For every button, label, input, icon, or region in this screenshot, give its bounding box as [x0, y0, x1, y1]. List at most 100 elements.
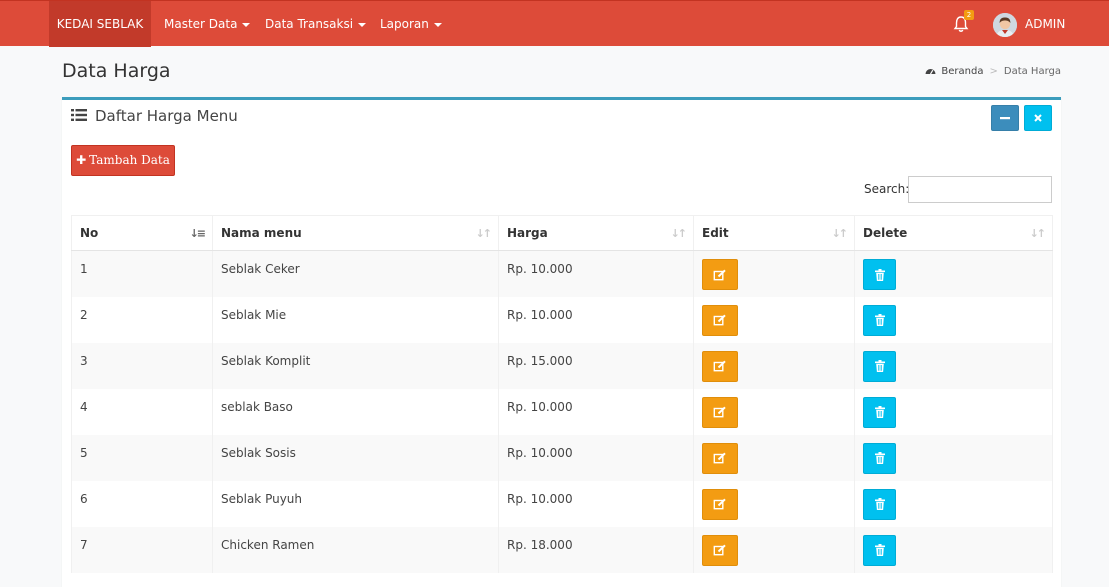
breadcrumb-home[interactable]: Beranda	[941, 66, 983, 77]
delete-button[interactable]	[863, 259, 896, 290]
breadcrumb-separator: >	[989, 66, 998, 77]
user-name[interactable]: ADMIN	[1025, 1, 1065, 47]
cell-nama-menu: seblak Baso	[212, 388, 499, 435]
column-header-delete-label: Delete	[863, 226, 908, 240]
page-title: Data Harga	[62, 60, 171, 82]
delete-button[interactable]	[863, 304, 896, 336]
delete-button[interactable]	[863, 534, 896, 566]
edit-icon	[713, 544, 726, 556]
edit-icon	[713, 360, 726, 372]
trash-icon	[874, 360, 885, 372]
edit-button[interactable]	[702, 534, 738, 566]
cell-delete	[854, 250, 1053, 297]
table-header-row: No ↓≡ Nama menu ↓↑ Harga ↓↑ Edit ↓↑ Delete ↓↑	[71, 215, 1053, 251]
edit-icon	[713, 314, 726, 326]
box-title: Daftar Harga Menu	[71, 107, 238, 125]
cell-no: 6	[71, 480, 213, 527]
sort-icon: ↓↑	[670, 227, 688, 240]
edit-icon	[713, 498, 726, 510]
price-list-box: Daftar Harga Menu ✚ Tambah Data Search: N…	[62, 97, 1061, 587]
table-body: 1 Seblak Ceker Rp. 10.000 2 Seblak Mie Rp. 10…	[71, 250, 1053, 573]
sort-icon: ↓↑	[1029, 227, 1047, 240]
cell-nama-menu: Seblak Komplit	[212, 342, 499, 389]
delete-button[interactable]	[863, 442, 896, 474]
cell-edit	[693, 296, 855, 343]
user-avatar[interactable]	[993, 13, 1017, 37]
dashboard-icon	[925, 69, 936, 75]
cell-no: 7	[71, 526, 213, 573]
table-row: 7 Chicken Ramen Rp. 18.000	[71, 526, 1053, 573]
menu-data-transaksi[interactable]: Data Transaksi	[265, 1, 367, 47]
edit-button[interactable]	[702, 259, 738, 290]
collapse-button[interactable]	[991, 105, 1019, 131]
cell-delete	[854, 526, 1053, 573]
menu-master-data[interactable]: Master Data	[164, 1, 251, 47]
cell-nama-menu: Seblak Puyuh	[212, 480, 499, 527]
cell-harga: Rp. 10.000	[498, 480, 694, 527]
cell-edit	[693, 480, 855, 527]
delete-button[interactable]	[863, 350, 896, 382]
trash-icon	[874, 268, 885, 281]
cell-delete	[854, 296, 1053, 343]
search-label: Search:	[864, 182, 910, 196]
cell-edit	[693, 250, 855, 297]
edit-icon	[713, 406, 726, 418]
column-header-edit-label: Edit	[702, 226, 729, 240]
column-header-no-label: No	[80, 226, 99, 240]
delete-button[interactable]	[863, 396, 896, 428]
remove-box-button[interactable]	[1024, 105, 1052, 131]
menu-data-transaksi-label: Data Transaksi	[265, 17, 354, 31]
column-header-no[interactable]: No ↓≡	[71, 215, 213, 251]
column-header-nama[interactable]: Nama menu ↓↑	[212, 215, 499, 251]
trash-icon	[874, 452, 885, 464]
sort-asc-icon: ↓≡	[189, 227, 207, 240]
edit-button[interactable]	[702, 350, 738, 382]
edit-button[interactable]	[702, 304, 738, 336]
close-icon	[1034, 114, 1042, 122]
column-header-harga[interactable]: Harga ↓↑	[498, 215, 694, 251]
plus-icon: ✚	[76, 153, 87, 167]
caret-down-icon	[358, 22, 367, 27]
cell-harga: Rp. 10.000	[498, 296, 694, 343]
column-header-harga-label: Harga	[507, 226, 548, 240]
column-header-nama-label: Nama menu	[221, 226, 302, 240]
table-row: 6 Seblak Puyuh Rp. 10.000	[71, 480, 1053, 527]
cell-harga: Rp. 18.000	[498, 526, 694, 573]
cell-nama-menu: Seblak Mie	[212, 296, 499, 343]
table-row: 2 Seblak Mie Rp. 10.000	[71, 296, 1053, 343]
edit-icon	[713, 269, 726, 280]
column-header-edit[interactable]: Edit ↓↑	[693, 215, 855, 251]
cell-edit	[693, 388, 855, 435]
add-data-button[interactable]: ✚ Tambah Data	[71, 145, 175, 176]
cell-harga: Rp. 15.000	[498, 342, 694, 389]
trash-icon	[874, 498, 885, 510]
cell-no: 5	[71, 434, 213, 481]
minus-icon	[1000, 117, 1010, 120]
edit-button[interactable]	[702, 488, 738, 520]
table-row: 5 Seblak Sosis Rp. 10.000	[71, 434, 1053, 481]
edit-button[interactable]	[702, 396, 738, 428]
brand-logo[interactable]: KEDAI SEBLAK	[49, 1, 151, 47]
delete-button[interactable]	[863, 488, 896, 520]
notification-badge: 2	[964, 10, 974, 20]
cell-edit	[693, 434, 855, 481]
menu-master-data-label: Master Data	[164, 17, 238, 31]
edit-icon	[713, 452, 726, 464]
trash-icon	[874, 544, 885, 556]
caret-down-icon	[433, 22, 442, 27]
trash-icon	[874, 406, 885, 418]
cell-edit	[693, 342, 855, 389]
caret-down-icon	[242, 22, 251, 27]
edit-button[interactable]	[702, 442, 738, 474]
menu-laporan[interactable]: Laporan	[380, 1, 442, 47]
cell-harga: Rp. 10.000	[498, 434, 694, 481]
search-input[interactable]	[908, 176, 1052, 203]
box-title-text: Daftar Harga Menu	[95, 107, 238, 125]
cell-no: 4	[71, 388, 213, 435]
cell-no: 2	[71, 296, 213, 343]
column-header-delete[interactable]: Delete ↓↑	[854, 215, 1053, 251]
breadcrumb-current: Data Harga	[1003, 66, 1061, 77]
top-navbar: KEDAI SEBLAK Master Data Data Transaksi …	[0, 0, 1109, 47]
cell-harga: Rp. 10.000	[498, 388, 694, 435]
menu-laporan-label: Laporan	[380, 17, 429, 31]
